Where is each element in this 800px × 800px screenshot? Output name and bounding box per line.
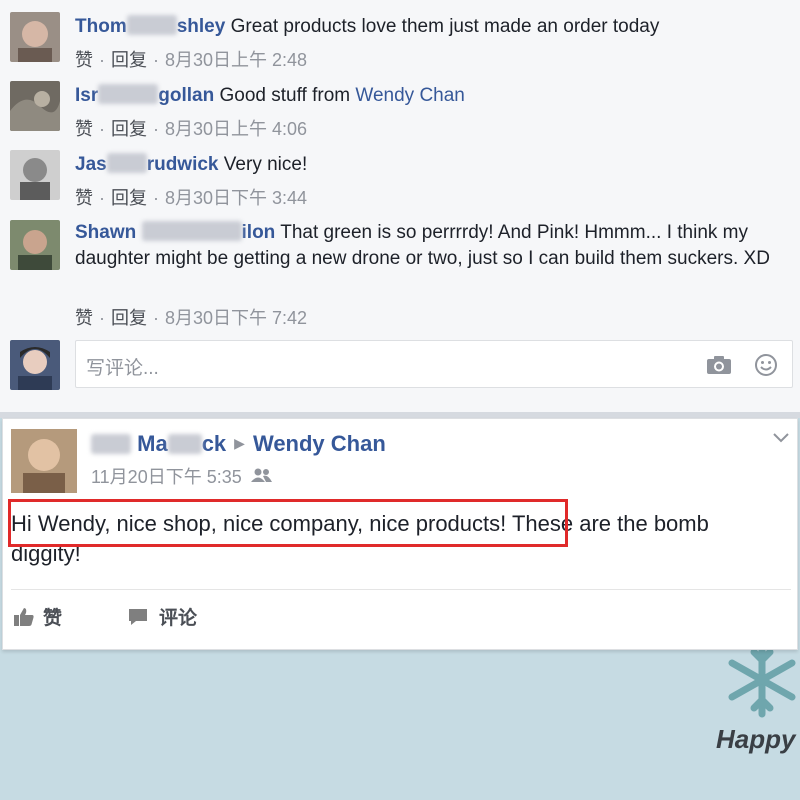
- comments-panel: Thom shley Great products love them just …: [0, 0, 800, 412]
- like-link[interactable]: 赞: [75, 119, 93, 139]
- comment-text: Thom shley Great products love them just …: [75, 14, 775, 40]
- like-link[interactable]: 赞: [75, 308, 93, 328]
- post-time[interactable]: 11月20日下午 5:35: [91, 467, 242, 487]
- comment-time[interactable]: 8月30日上午 4:06: [165, 119, 307, 139]
- camera-icon[interactable]: [706, 355, 732, 380]
- comment-meta: 赞 · 回复 · 8月30日上午 4:06: [75, 119, 308, 139]
- comment-input-placeholder: 写评论...: [86, 358, 159, 379]
- comment-author[interactable]: Thom shley: [75, 15, 225, 37]
- avatar[interactable]: [10, 220, 60, 270]
- arrow-right-icon: ▶: [234, 435, 245, 451]
- snowflake-icon: [722, 640, 800, 725]
- thumbs-up-icon: [14, 607, 34, 626]
- comment-time[interactable]: 8月30日下午 7:42: [165, 308, 307, 328]
- friends-icon[interactable]: [250, 467, 273, 487]
- post-target-link[interactable]: Wendy Chan: [253, 431, 386, 456]
- like-label: 赞: [43, 608, 63, 629]
- write-comment-row: 写评论...: [0, 338, 800, 394]
- comment-author[interactable]: Shawn ilon: [75, 221, 275, 243]
- emoji-icon[interactable]: [754, 353, 778, 382]
- comment-body: Great products love them just made an or…: [230, 16, 660, 37]
- post-header: Ma ck ▶ Wendy Chan: [91, 431, 386, 457]
- comment-meta: 赞 · 回复 · 8月30日上午 2:48: [75, 50, 308, 70]
- avatar[interactable]: [10, 150, 60, 200]
- comment-input[interactable]: 写评论...: [75, 340, 793, 388]
- reply-link[interactable]: 回复: [111, 119, 147, 139]
- post-author[interactable]: Ma ck: [91, 431, 226, 456]
- reply-link[interactable]: 回复: [111, 308, 147, 328]
- avatar[interactable]: [10, 81, 60, 131]
- comment-body: Very nice!: [223, 154, 308, 175]
- like-link[interactable]: 赞: [75, 50, 93, 70]
- comment-author[interactable]: Isr gollan: [75, 84, 214, 106]
- highlight-annotation: [8, 499, 568, 547]
- mention-link[interactable]: Wendy Chan: [355, 85, 465, 106]
- background-greeting-text: Happy N: [716, 724, 800, 754]
- comment-text: Isr gollan Good stuff from Wendy Chan: [75, 83, 775, 109]
- reply-link[interactable]: 回复: [111, 188, 147, 208]
- post-divider: [11, 589, 791, 590]
- like-link[interactable]: 赞: [75, 188, 93, 208]
- comment-text: Shawn ilon That green is so perrrrdy! An…: [75, 220, 775, 272]
- comment-icon: [129, 608, 147, 625]
- post-meta: 11月20日下午 5:35: [91, 463, 273, 489]
- chevron-down-icon[interactable]: [771, 431, 791, 450]
- current-user-avatar[interactable]: [10, 340, 60, 390]
- post-author-avatar[interactable]: [11, 429, 77, 493]
- comment-text: Jas rudwick Very nice!: [75, 152, 775, 178]
- avatar[interactable]: [10, 12, 60, 62]
- comment-button[interactable]: 评论: [127, 603, 197, 630]
- post-card: Ma ck ▶ Wendy Chan 11月20日下午 5:35 Hi Wendy, …: [2, 418, 798, 650]
- comment-time[interactable]: 8月30日上午 2:48: [165, 50, 307, 70]
- comment-meta: 赞 · 回复 · 8月30日下午 7:42: [75, 308, 308, 328]
- reply-link[interactable]: 回复: [111, 50, 147, 70]
- comment-time[interactable]: 8月30日下午 3:44: [165, 188, 307, 208]
- like-button[interactable]: 赞: [13, 603, 62, 630]
- comment-meta: 赞 · 回复 · 8月30日下午 3:44: [75, 188, 308, 208]
- comment-label: 评论: [159, 608, 198, 629]
- comment-author[interactable]: Jas rudwick: [75, 153, 219, 175]
- comment-body: Good stuff from: [219, 85, 351, 106]
